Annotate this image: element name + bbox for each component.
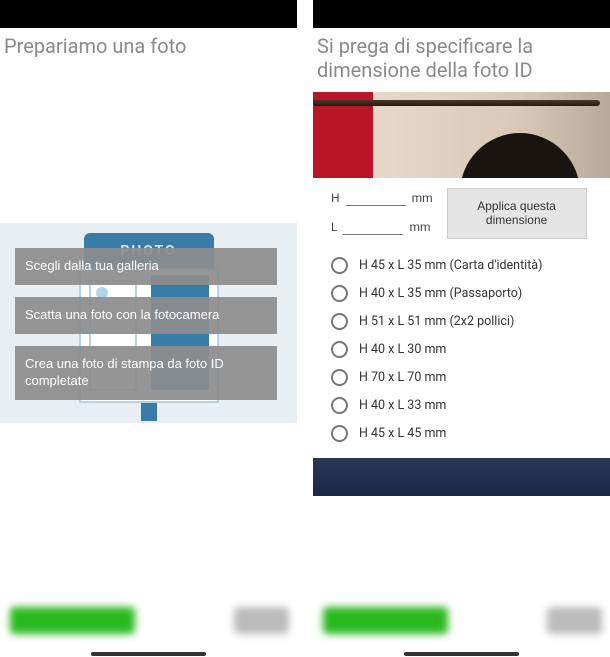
radio-icon: [331, 341, 348, 358]
radio-icon: [331, 425, 348, 442]
dimension-controls: H mm L mm Applica questa dimensione: [313, 178, 610, 239]
spacer: [0, 423, 297, 597]
size-option-label: H 45 x L 35 mm (Carta d'identità): [359, 258, 542, 273]
size-option[interactable]: H 40 x L 35 mm (Passaporto): [331, 285, 592, 302]
take-photo-button[interactable]: Scatta una foto con la fotocamera: [15, 297, 277, 334]
size-option[interactable]: H 45 x L 45 mm: [331, 425, 592, 442]
status-bar: [0, 0, 297, 28]
size-option-label: H 70 x L 70 mm: [359, 370, 446, 385]
size-option-label: H 45 x L 45 mm: [359, 426, 446, 441]
spacer: [313, 496, 610, 597]
radio-icon: [331, 397, 348, 414]
unit-label: mm: [412, 191, 433, 205]
apply-dimension-button[interactable]: Applica questa dimensione: [447, 188, 587, 239]
size-option[interactable]: H 45 x L 35 mm (Carta d'identità): [331, 257, 592, 274]
option-list: Scegli dalla tua galleria Scatta una fot…: [15, 248, 277, 400]
size-option[interactable]: H 40 x L 33 mm: [331, 397, 592, 414]
create-from-id-button[interactable]: Crea una foto di stampa da foto ID compl…: [15, 346, 277, 400]
ad-banner[interactable]: [0, 597, 297, 652]
unit-label: mm: [409, 220, 430, 234]
radio-icon: [331, 257, 348, 274]
width-field: L mm: [331, 220, 433, 235]
status-bar: [313, 0, 610, 28]
radio-icon: [331, 369, 348, 386]
size-option[interactable]: H 40 x L 30 mm: [331, 341, 592, 358]
size-options-list: H 45 x L 35 mm (Carta d'identità) H 40 x…: [313, 239, 610, 450]
height-field: H mm: [331, 191, 433, 206]
radio-icon: [331, 285, 348, 302]
photo-preview-bottom: [313, 458, 610, 496]
illustration-area: PHOTO Scegli dalla tua galleria Scatta u…: [0, 223, 297, 423]
choose-gallery-button[interactable]: Scegli dalla tua galleria: [15, 248, 277, 285]
radio-icon: [331, 313, 348, 330]
size-option-label: H 51 x L 51 mm (2x2 pollici): [359, 314, 514, 329]
right-screen: Si prega di specificare la dimensione de…: [313, 0, 610, 657]
width-label: L: [331, 220, 337, 234]
spacer: [0, 68, 297, 223]
page-title: Si prega di specificare la dimensione de…: [313, 28, 610, 92]
height-label: H: [331, 191, 340, 205]
size-option[interactable]: H 51 x L 51 mm (2x2 pollici): [331, 313, 592, 330]
left-screen: Prepariamo una foto PHOTO Scegli dalla t…: [0, 0, 297, 657]
home-indicator: [0, 652, 297, 657]
height-input[interactable]: [346, 191, 406, 206]
photo-preview-top: [313, 92, 610, 178]
size-option-label: H 40 x L 33 mm: [359, 398, 446, 413]
ad-banner[interactable]: [313, 597, 610, 652]
size-option-label: H 40 x L 35 mm (Passaporto): [359, 286, 522, 301]
page-title: Prepariamo una foto: [0, 28, 297, 68]
width-input[interactable]: [343, 220, 403, 235]
size-option-label: H 40 x L 30 mm: [359, 342, 446, 357]
home-indicator: [313, 652, 610, 657]
size-option[interactable]: H 70 x L 70 mm: [331, 369, 592, 386]
